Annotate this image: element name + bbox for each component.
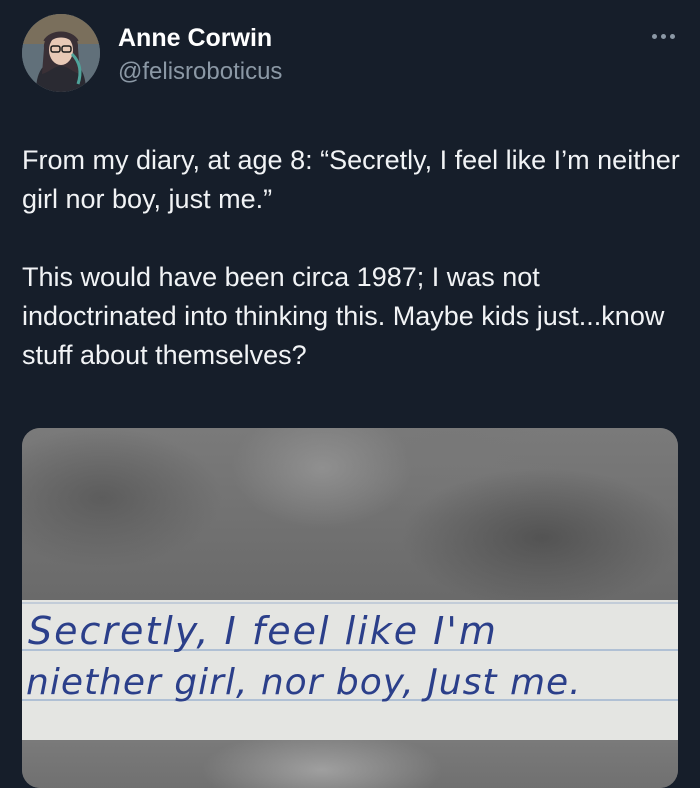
tweet-paragraph: From my diary, at age 8: “Secretly, I fe… bbox=[22, 145, 680, 214]
more-dot bbox=[651, 33, 657, 39]
tweet-text: From my diary, at age 8: “Secretly, I fe… bbox=[22, 141, 682, 375]
diary-paper-strip: Secretly, I feel like I'm niether girl, … bbox=[22, 600, 678, 740]
username-handle[interactable]: @felisroboticus bbox=[118, 58, 282, 86]
handwriting-line: Secretly, I feel like I'm bbox=[28, 609, 498, 653]
more-dot bbox=[669, 33, 675, 39]
blurred-photo-area bbox=[22, 428, 678, 600]
blurred-photo-area bbox=[22, 740, 678, 788]
more-horizontal-icon[interactable] bbox=[646, 26, 680, 46]
more-dot bbox=[660, 33, 666, 39]
avatar[interactable] bbox=[22, 14, 100, 92]
attached-photo[interactable]: Secretly, I feel like I'm niether girl, … bbox=[22, 428, 678, 788]
avatar-image bbox=[22, 14, 100, 92]
handwriting: Secretly, I feel like I'm niether girl, … bbox=[22, 602, 678, 703]
tweet-card: Anne Corwin @felisroboticus From my diar… bbox=[0, 0, 700, 788]
display-name[interactable]: Anne Corwin bbox=[118, 24, 272, 53]
handwriting-line: niether girl, nor boy, Just me. bbox=[26, 662, 582, 703]
tweet-paragraph: This would have been circa 1987; I was n… bbox=[22, 262, 665, 370]
